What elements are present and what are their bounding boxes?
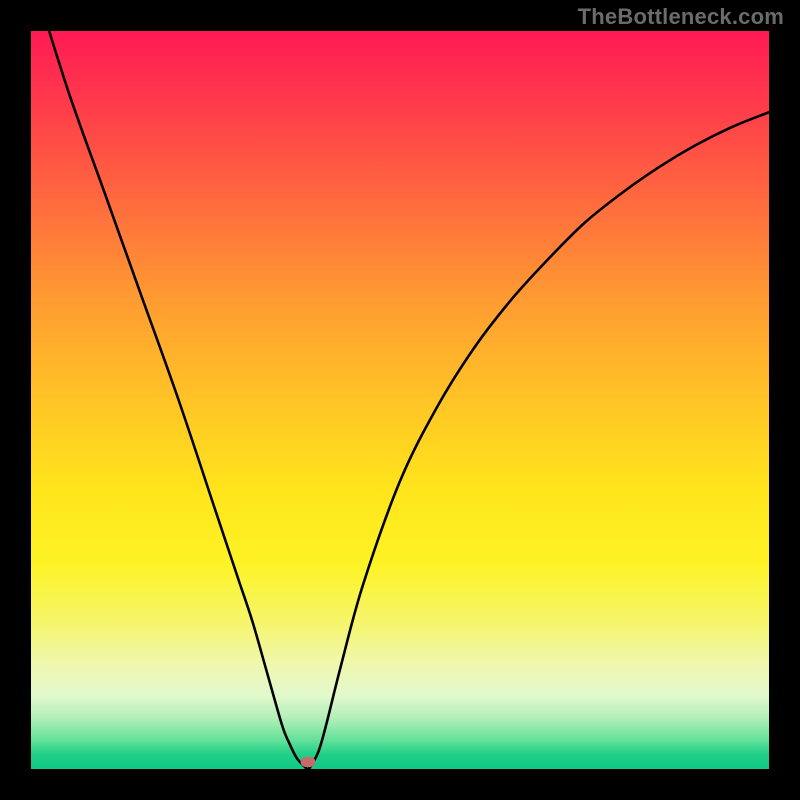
bottleneck-curve [31,31,769,769]
chart-plot-area [31,31,769,769]
watermark-text: TheBottleneck.com [578,4,784,30]
